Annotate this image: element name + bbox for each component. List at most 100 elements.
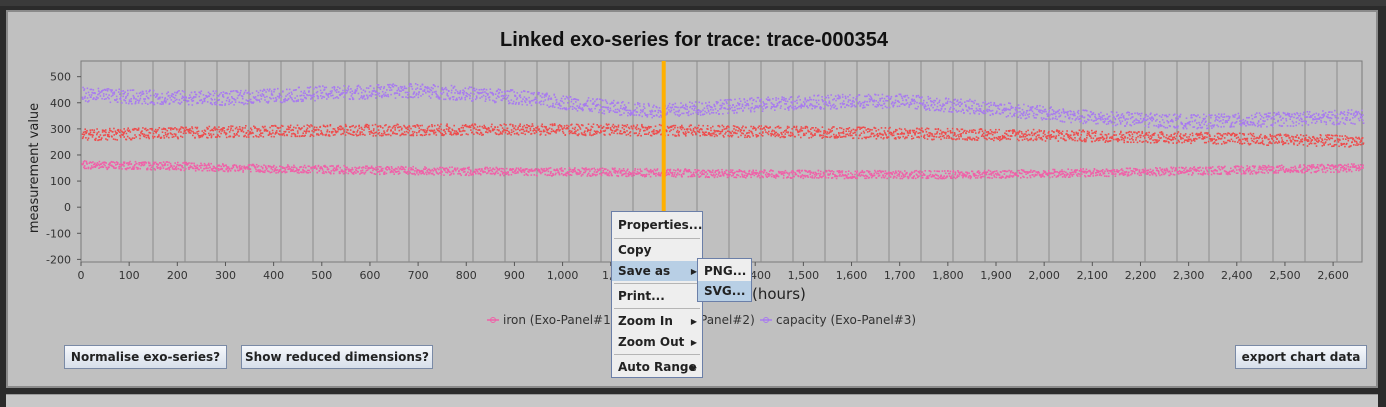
data-point (407, 128, 409, 131)
data-point (1249, 173, 1251, 175)
data-point (711, 134, 713, 137)
data-point (1061, 176, 1064, 178)
plot-area[interactable] (80, 60, 1363, 263)
data-point (780, 171, 782, 173)
data-point (497, 172, 499, 174)
data-point (1018, 131, 1020, 133)
chart-title: Linked exo-series for trace: trace-00035… (500, 29, 889, 51)
data-point (913, 175, 915, 177)
data-point (336, 168, 338, 171)
data-point (145, 134, 147, 137)
data-point (1131, 135, 1134, 138)
data-point (1322, 171, 1324, 173)
data-point (291, 166, 293, 168)
data-point (658, 172, 660, 174)
data-point (451, 166, 453, 168)
data-point (741, 174, 744, 176)
data-point (409, 172, 411, 174)
data-point (652, 170, 654, 172)
data-point (1134, 131, 1136, 134)
data-point (171, 136, 174, 138)
data-point (880, 127, 883, 129)
data-point (345, 168, 348, 171)
data-point (440, 123, 442, 126)
data-point (1175, 167, 1178, 169)
data-point (197, 133, 199, 135)
data-point (431, 125, 433, 128)
data-point (261, 167, 264, 170)
data-point (1169, 172, 1172, 174)
data-point (386, 169, 388, 171)
data-point (551, 128, 553, 130)
data-point (372, 129, 375, 132)
data-point (129, 160, 131, 163)
data-point (759, 176, 761, 179)
data-point (1081, 140, 1083, 142)
data-point (949, 170, 952, 173)
data-point (184, 168, 187, 170)
data-point (1023, 133, 1025, 135)
data-point (886, 177, 888, 180)
data-point (1033, 133, 1036, 136)
data-point (639, 172, 641, 175)
data-point (960, 171, 963, 173)
data-point (388, 133, 390, 136)
data-point (800, 128, 802, 130)
data-point (415, 167, 417, 170)
data-point (1079, 175, 1082, 177)
data-point (937, 128, 939, 131)
data-point (1113, 134, 1116, 136)
data-point (891, 133, 893, 135)
data-point (268, 170, 270, 173)
data-point (1113, 173, 1115, 175)
data-point (1137, 131, 1140, 133)
data-point (569, 168, 572, 171)
data-point (503, 123, 506, 125)
data-point (313, 131, 315, 133)
data-point (1282, 168, 1285, 171)
data-point (1304, 166, 1306, 168)
data-point (1128, 130, 1131, 133)
data-point (334, 133, 336, 136)
data-point (690, 171, 692, 174)
data-point (585, 167, 587, 169)
data-point (1317, 167, 1320, 170)
data-point (1056, 129, 1059, 132)
data-point (1269, 166, 1271, 168)
data-point (448, 166, 451, 169)
data-point (810, 132, 813, 134)
data-point (383, 173, 386, 175)
data-point (597, 169, 599, 172)
data-point (1099, 173, 1101, 175)
data-point (1299, 166, 1302, 168)
data-point (715, 173, 718, 175)
data-point (746, 132, 749, 134)
data-point (189, 128, 191, 130)
data-point (257, 165, 260, 167)
data-point (926, 127, 928, 130)
data-point (503, 169, 506, 171)
data-point (788, 174, 790, 176)
data-point (860, 132, 863, 134)
data-point (139, 137, 141, 140)
data-point (895, 172, 898, 174)
data-point (626, 124, 629, 126)
data-point (899, 136, 901, 139)
data-point (326, 129, 329, 131)
data-point (1106, 136, 1108, 138)
data-point (936, 177, 938, 180)
data-point (125, 132, 128, 135)
data-point (99, 134, 102, 136)
data-point (711, 132, 713, 135)
data-point (1164, 169, 1167, 172)
data-point (716, 176, 719, 178)
data-point (181, 136, 184, 138)
data-point (924, 128, 927, 131)
data-point (718, 171, 721, 174)
data-point (548, 167, 550, 170)
data-point (492, 167, 494, 170)
data-point (1162, 134, 1164, 136)
data-point (1295, 167, 1297, 169)
data-point (232, 166, 235, 169)
data-point (945, 131, 947, 134)
